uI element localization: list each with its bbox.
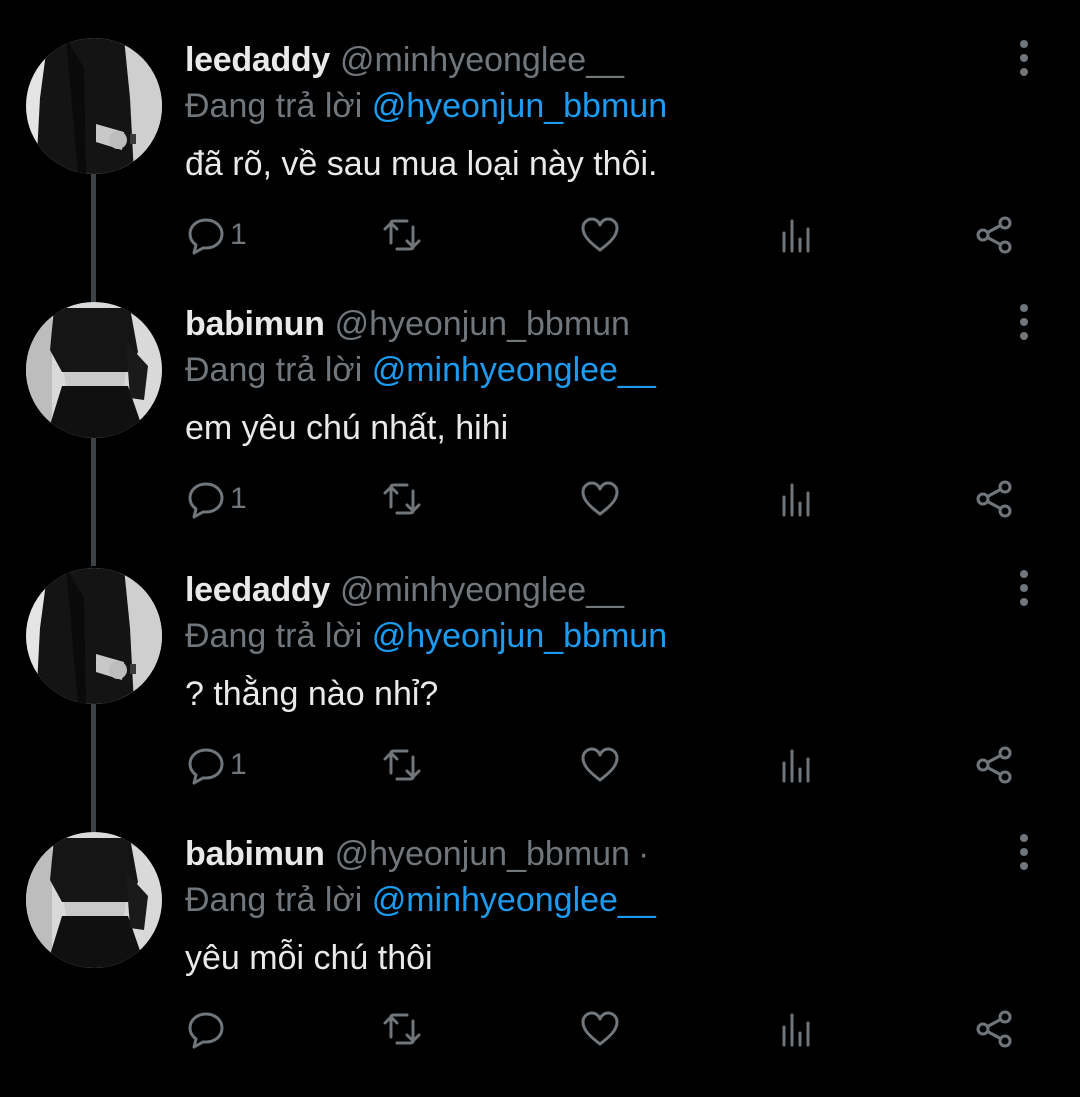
- reply-mention-link[interactable]: @hyeonjun_bbmun: [372, 87, 667, 125]
- tweet[interactable]: babimun @hyeonjun_bbmun · Đang trả lời @…: [0, 832, 1080, 1097]
- share-icon: [976, 216, 1012, 254]
- like-button[interactable]: [580, 740, 620, 790]
- avatar[interactable]: [26, 302, 162, 438]
- retweet-icon: [383, 219, 421, 251]
- share-button[interactable]: [974, 1004, 1014, 1054]
- views-button[interactable]: [776, 1004, 816, 1054]
- tweet-actions: 1: [0, 740, 1080, 790]
- tweet-actions: [0, 1004, 1080, 1054]
- reply-button[interactable]: 1: [186, 474, 247, 524]
- girl-avatar-image: [26, 302, 162, 438]
- more-options-button[interactable]: [1010, 302, 1038, 342]
- reply-icon: [188, 748, 224, 785]
- like-button[interactable]: [580, 210, 620, 260]
- replying-to: Đang trả lời @minhyeonglee__: [185, 878, 656, 922]
- like-icon: [581, 217, 619, 252]
- avatar[interactable]: [26, 832, 162, 968]
- display-name[interactable]: babimun: [185, 302, 325, 346]
- reply-icon: [188, 482, 224, 519]
- views-icon: [782, 483, 810, 517]
- reply-count: 1: [230, 482, 247, 515]
- more-options-button[interactable]: [1010, 832, 1038, 872]
- reply-count: 1: [230, 218, 247, 251]
- reply-mention-link[interactable]: @minhyeonglee__: [372, 881, 656, 919]
- avatar[interactable]: [26, 38, 162, 174]
- retweet-icon: [383, 1013, 421, 1045]
- user-handle[interactable]: @minhyeonglee__: [340, 568, 624, 612]
- more-options-icon: [1020, 304, 1028, 340]
- tweet[interactable]: leedaddy @minhyeonglee__ Đang trả lời @h…: [0, 568, 1080, 833]
- reply-count: 1: [230, 748, 247, 781]
- share-button[interactable]: [974, 474, 1014, 524]
- views-icon: [782, 219, 810, 253]
- retweet-icon: [383, 483, 421, 515]
- tweet-text: đã rõ, về sau mua loại này thôi.: [185, 145, 658, 183]
- more-options-button[interactable]: [1010, 568, 1038, 608]
- retweet-button[interactable]: [382, 210, 422, 260]
- like-button[interactable]: [580, 1004, 620, 1054]
- more-options-icon: [1020, 570, 1028, 606]
- user-handle[interactable]: @hyeonjun_bbmun: [335, 832, 630, 876]
- tweet-header: babimun @hyeonjun_bbmun: [185, 302, 638, 346]
- tweet-actions: 1: [0, 474, 1080, 524]
- views-button[interactable]: [776, 740, 816, 790]
- separator-dot: ·: [637, 835, 650, 873]
- share-button[interactable]: [974, 210, 1014, 260]
- tweet-text: yêu mỗi chú thôi: [185, 939, 433, 977]
- share-button[interactable]: [974, 740, 1014, 790]
- reply-button[interactable]: 1: [186, 740, 247, 790]
- views-button[interactable]: [776, 210, 816, 260]
- more-options-button[interactable]: [1010, 38, 1038, 78]
- tweet[interactable]: leedaddy @minhyeonglee__ Đang trả lời @h…: [0, 38, 1080, 303]
- replying-to-label: Đang trả lời: [185, 617, 363, 655]
- replying-to-label: Đang trả lời: [185, 881, 363, 919]
- replying-to: Đang trả lời @minhyeonglee__: [185, 348, 656, 392]
- reply-icon: [188, 218, 224, 255]
- tweet-header: babimun @hyeonjun_bbmun ·: [185, 832, 649, 876]
- retweet-button[interactable]: [382, 474, 422, 524]
- like-button[interactable]: [580, 474, 620, 524]
- reply-icon: [188, 1012, 224, 1049]
- replying-to-label: Đang trả lời: [185, 87, 363, 125]
- reply-mention-link[interactable]: @minhyeonglee__: [372, 351, 656, 389]
- girl-avatar-image: [26, 832, 162, 968]
- tweet-header: leedaddy @minhyeonglee__: [185, 38, 632, 82]
- tweet[interactable]: babimun @hyeonjun_bbmun Đang trả lời @mi…: [0, 302, 1080, 567]
- like-icon: [581, 747, 619, 782]
- display-name[interactable]: leedaddy: [185, 568, 330, 612]
- tweet-text: em yêu chú nhất, hihi: [185, 409, 509, 447]
- avatar[interactable]: [26, 568, 162, 704]
- views-button[interactable]: [776, 474, 816, 524]
- views-icon: [782, 1013, 810, 1047]
- display-name[interactable]: babimun: [185, 832, 325, 876]
- reply-mention-link[interactable]: @hyeonjun_bbmun: [372, 617, 667, 655]
- tweet-header: leedaddy @minhyeonglee__: [185, 568, 632, 612]
- more-options-icon: [1020, 834, 1028, 870]
- reply-button[interactable]: 1: [186, 210, 247, 260]
- more-options-icon: [1020, 40, 1028, 76]
- man-avatar-image: [26, 38, 162, 174]
- share-icon: [976, 1010, 1012, 1048]
- user-handle[interactable]: @hyeonjun_bbmun: [335, 302, 630, 346]
- replying-to: Đang trả lời @hyeonjun_bbmun: [185, 614, 667, 658]
- replying-to: Đang trả lời @hyeonjun_bbmun: [185, 84, 667, 128]
- reply-button[interactable]: [186, 1004, 230, 1054]
- retweet-icon: [383, 749, 421, 781]
- views-icon: [782, 749, 810, 783]
- share-icon: [976, 746, 1012, 784]
- retweet-button[interactable]: [382, 1004, 422, 1054]
- display-name[interactable]: leedaddy: [185, 38, 330, 82]
- tweet-text: ? thằng nào nhỉ?: [185, 675, 439, 713]
- retweet-button[interactable]: [382, 740, 422, 790]
- share-icon: [976, 480, 1012, 518]
- tweet-actions: 1: [0, 210, 1080, 260]
- replying-to-label: Đang trả lời: [185, 351, 363, 389]
- like-icon: [581, 481, 619, 516]
- man-avatar-image: [26, 568, 162, 704]
- user-handle[interactable]: @minhyeonglee__: [340, 38, 624, 82]
- like-icon: [581, 1011, 619, 1046]
